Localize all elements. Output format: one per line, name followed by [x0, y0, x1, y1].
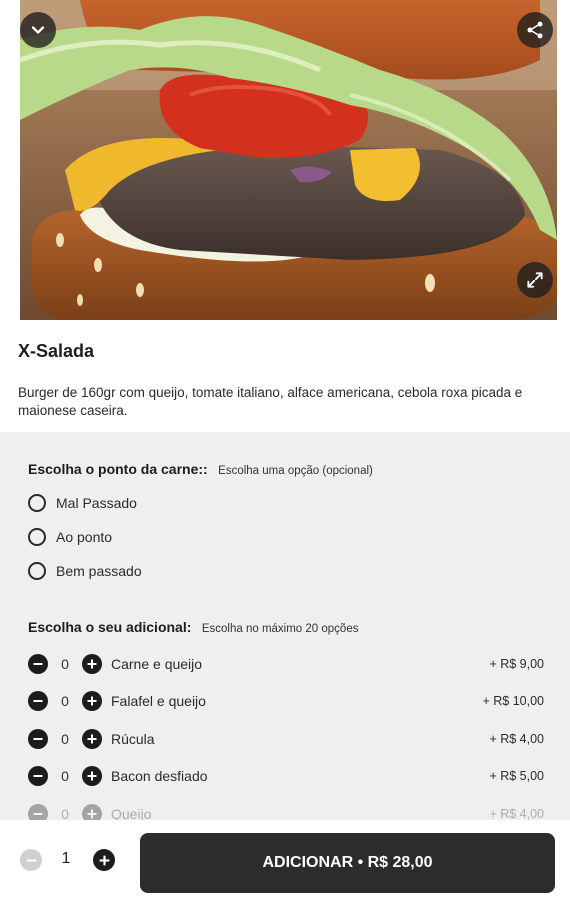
- addon-name: Carne e queijo: [111, 656, 203, 672]
- increment-button[interactable]: [82, 766, 102, 786]
- plus-icon: [87, 809, 97, 819]
- addon-price: + R$ 4,00: [489, 807, 544, 820]
- addon-name: Falafel e queijo: [111, 693, 206, 709]
- burger-photo: [20, 0, 557, 320]
- options-panel: Escolha o ponto da carne:: Escolha uma o…: [0, 432, 570, 820]
- product-image: [20, 0, 557, 320]
- addon-row-falafel-e-queijo: 0 Falafel e queijo + R$ 10,00: [28, 689, 544, 713]
- meat-point-title: Escolha o ponto da carne::: [28, 461, 208, 477]
- addon-quantity: 0: [61, 731, 69, 747]
- collapse-button[interactable]: [20, 12, 56, 48]
- increment-button[interactable]: [82, 691, 102, 711]
- minus-icon: [33, 700, 43, 702]
- radio-button[interactable]: [28, 562, 46, 580]
- radio-label: Ao ponto: [56, 529, 113, 545]
- addon-row-bacon-desfiado: 0 Bacon desfiado + R$ 5,00: [28, 764, 544, 788]
- quantity-value: 1: [61, 850, 71, 867]
- expand-icon: [527, 272, 543, 288]
- quantity-increment-button[interactable]: [93, 849, 115, 871]
- addons-subtitle: Escolha no máximo 20 opções: [201, 623, 359, 635]
- addon-price: + R$ 10,00: [482, 694, 544, 708]
- radio-option-bem-passado[interactable]: Bem passado: [28, 562, 142, 580]
- minus-icon: [33, 738, 43, 740]
- increment-button[interactable]: [82, 654, 102, 674]
- decrement-button[interactable]: [28, 804, 48, 820]
- minus-icon: [33, 663, 43, 665]
- increment-button[interactable]: [82, 729, 102, 749]
- addon-name: Bacon desfiado: [111, 768, 208, 784]
- meat-point-subtitle: Escolha uma opção (opcional): [218, 465, 373, 477]
- plus-icon: [87, 771, 97, 781]
- radio-button[interactable]: [28, 494, 46, 512]
- addon-quantity: 0: [61, 656, 69, 672]
- radio-button[interactable]: [28, 528, 46, 546]
- addon-row-rucula: 0 Rúcula + R$ 4,00: [28, 727, 544, 751]
- addons-title: Escolha o seu adicional:: [28, 619, 192, 635]
- quantity-decrement-button[interactable]: [20, 849, 42, 871]
- radio-option-mal-passado[interactable]: Mal Passado: [28, 494, 137, 512]
- addons-header: Escolha o seu adicional: Escolha no máxi…: [28, 619, 358, 637]
- minus-icon: [26, 858, 36, 862]
- addon-price: + R$ 4,00: [489, 732, 544, 746]
- addon-quantity: 0: [61, 693, 69, 709]
- product-title: X-Salada: [18, 341, 95, 361]
- radio-option-ao-ponto[interactable]: Ao ponto: [28, 528, 112, 546]
- decrement-button[interactable]: [28, 729, 48, 749]
- plus-icon: [99, 855, 109, 865]
- plus-icon: [87, 696, 97, 706]
- addon-row-queijo: 0 Queijo + R$ 4,00: [28, 802, 544, 820]
- meat-point-header: Escolha o ponto da carne:: Escolha uma o…: [28, 461, 373, 479]
- radio-label: Mal Passado: [56, 495, 137, 511]
- bottom-bar: 1 ADICIONAR • R$ 28,00: [0, 820, 570, 900]
- addon-price: + R$ 5,00: [489, 769, 544, 783]
- decrement-button[interactable]: [28, 654, 48, 674]
- decrement-button[interactable]: [28, 766, 48, 786]
- radio-label: Bem passado: [56, 563, 142, 579]
- decrement-button[interactable]: [28, 691, 48, 711]
- addon-quantity: 0: [61, 806, 69, 820]
- increment-button[interactable]: [82, 804, 102, 820]
- add-to-cart-button[interactable]: ADICIONAR • R$ 28,00: [140, 833, 555, 893]
- plus-icon: [87, 659, 97, 669]
- addon-quantity: 0: [61, 768, 69, 784]
- plus-icon: [87, 734, 97, 744]
- addon-name: Queijo: [111, 806, 152, 820]
- addon-name: Rúcula: [111, 731, 155, 747]
- minus-icon: [33, 775, 43, 777]
- share-icon: [527, 21, 543, 39]
- addon-price: + R$ 9,00: [489, 657, 544, 671]
- product-description: Burger de 160gr com queijo, tomate itali…: [18, 385, 523, 418]
- expand-button[interactable]: [517, 262, 553, 298]
- chevron-down-icon: [31, 26, 45, 34]
- share-button[interactable]: [517, 12, 553, 48]
- minus-icon: [33, 813, 43, 815]
- addon-row-carne-e-queijo: 0 Carne e queijo + R$ 9,00: [28, 652, 544, 676]
